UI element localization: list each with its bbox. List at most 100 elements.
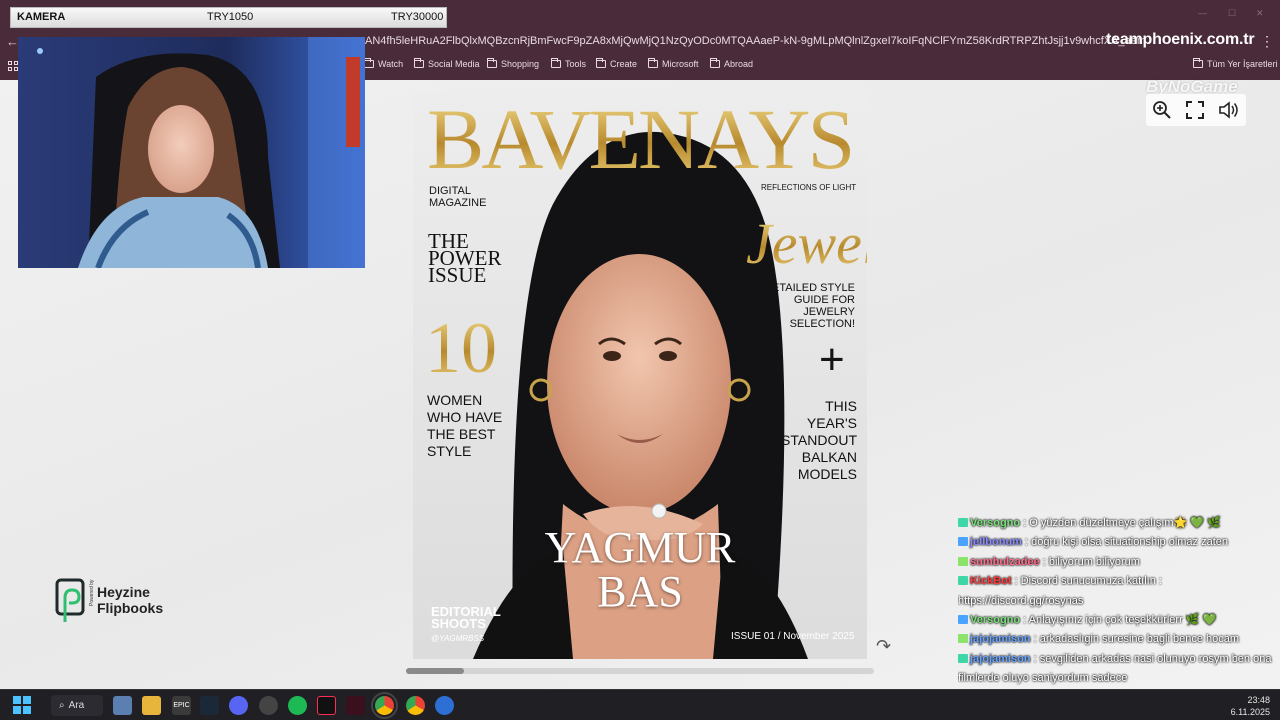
- bookmark-tools[interactable]: Tools: [551, 58, 586, 69]
- chat-text: : Anlayışınız için çok teşekkürlerr 🌿 💚: [1020, 614, 1217, 627]
- headline-line: THIS: [825, 398, 857, 414]
- bookmark-watch[interactable]: Watch: [364, 58, 404, 69]
- bookmark-label: Create: [610, 59, 638, 69]
- file-explorer-icon[interactable]: [142, 696, 161, 715]
- tiktok-icon[interactable]: [317, 696, 336, 715]
- number-ten: 10: [425, 308, 497, 388]
- bookmark-label: Watch: [378, 59, 404, 69]
- bookmark-label: Microsoft: [662, 59, 699, 69]
- chat-message: KickBot : Discord sunucumuza katılın : h…: [958, 572, 1276, 611]
- headline-line: SELECTION!: [789, 318, 855, 330]
- close-icon[interactable]: ✕: [1256, 8, 1264, 19]
- epic-games-icon[interactable]: EPIC: [172, 696, 191, 715]
- url-text[interactable]: AN4fh5leHRuA2FlbQlxMQBzcnRjBmFwcF9pZA8xM…: [365, 35, 1145, 49]
- steam-icon[interactable]: [200, 696, 219, 715]
- webcam-feed: [18, 37, 365, 268]
- clock-date: 6.11.2025: [1230, 707, 1270, 717]
- issue-label: ISSUE 01 / November 2025: [731, 631, 855, 642]
- balkan-headline: THIS YEAR'S STANDOUT BALKAN MODELS: [781, 398, 857, 483]
- bookmark-label: Social Media: [428, 59, 480, 69]
- share-icon[interactable]: ↷: [876, 636, 891, 657]
- minimize-icon[interactable]: —: [1198, 8, 1207, 18]
- headline-line: SHOOTS: [431, 616, 486, 631]
- bookmark-shopping[interactable]: Shopping: [487, 58, 539, 69]
- headline-line: STANDOUT: [781, 432, 857, 448]
- chat-username[interactable]: Versogno: [970, 517, 1020, 529]
- style-guide-headline: DETAILED STYLE GUIDE FOR JEWELRY SELECTI…: [764, 282, 855, 330]
- donation-goal: TRY30000: [391, 11, 444, 23]
- powered-by-label: Powered by: [89, 579, 95, 606]
- windows-start-icon[interactable]: [13, 696, 31, 714]
- magazine-label: MAGAZINE: [429, 197, 487, 209]
- search-label: Ara: [68, 700, 85, 711]
- chat-message: Versogno : Anlayışınız için çok teşekkür…: [958, 611, 1276, 630]
- chat-message: Versogno : O yüzden düzeltmeye çalışım🌟 …: [958, 514, 1276, 533]
- headline-line: MODELS: [797, 466, 857, 482]
- folder-icon: [364, 58, 374, 68]
- chat-badge-icon: [958, 615, 968, 625]
- more-menu-icon[interactable]: ⋮: [1260, 33, 1274, 50]
- chrome-icon[interactable]: [371, 692, 398, 719]
- folder-icon: [551, 58, 561, 68]
- bookmark-label: Tüm Yer İşaretleri: [1207, 59, 1278, 69]
- clock-time: 23:48: [1247, 695, 1270, 705]
- chat-badge-icon: [958, 653, 968, 663]
- chat-badge-icon: [958, 518, 968, 527]
- headline-line: THE BEST: [427, 426, 496, 442]
- chat-badge-icon: [958, 576, 968, 586]
- obs-icon[interactable]: [259, 696, 278, 715]
- headline-line: YEAR'S: [806, 415, 857, 431]
- folder-icon: [648, 58, 658, 68]
- chat-username[interactable]: Versogno: [970, 614, 1020, 626]
- headline-line: GUIDE FOR: [793, 294, 855, 306]
- chat-username[interactable]: sumbulzadee: [970, 556, 1040, 568]
- stream-site-label: teamphoenix.com.tr: [1106, 31, 1255, 48]
- chat-message: jajojamison : arkadaslıgin suresine bagl…: [958, 630, 1276, 649]
- maximize-icon[interactable]: ☐: [1228, 8, 1236, 19]
- scrollbar-thumb[interactable]: [406, 668, 464, 674]
- sound-icon[interactable]: [1218, 100, 1240, 120]
- bookmark-create[interactable]: Create: [596, 58, 638, 69]
- magazine-cover[interactable]: BAVENAYS DIGITAL MAGAZINE REFLECTIONS OF…: [413, 94, 867, 659]
- chat-text: : doğru kişi olsa situationship olmaz za…: [1021, 536, 1229, 549]
- power-issue-headline: THE POWER ISSUE: [428, 231, 502, 286]
- all-bookmarks[interactable]: Tüm Yer İşaretleri: [1193, 58, 1278, 69]
- app-icon[interactable]: [435, 696, 454, 715]
- zoom-in-icon[interactable]: [1152, 100, 1172, 120]
- folder-icon: [487, 58, 497, 68]
- chat-username[interactable]: jajojamison: [970, 633, 1031, 645]
- discord-icon[interactable]: [229, 696, 248, 715]
- chat-badge-icon: [958, 537, 968, 547]
- bookmark-abroad[interactable]: Abroad: [710, 58, 753, 69]
- bookmark-social-media[interactable]: Social Media: [414, 58, 480, 69]
- digital-label: DIGITAL: [429, 185, 471, 197]
- headline-line: BALKAN: [801, 449, 857, 465]
- heyzine-logo[interactable]: Powered by Heyzine Flipbooks: [55, 578, 163, 622]
- chrome-profile-icon[interactable]: [406, 696, 425, 715]
- spotify-icon[interactable]: [288, 696, 307, 715]
- apps-grid-icon[interactable]: [8, 61, 18, 71]
- headline-line: STYLE: [427, 443, 472, 459]
- page-scrollbar[interactable]: [406, 668, 874, 674]
- search-box[interactable]: ⌕ Ara: [51, 695, 103, 716]
- headline-line: WHO HAVE: [427, 409, 503, 425]
- calculator-icon[interactable]: [113, 696, 132, 715]
- fullscreen-icon[interactable]: [1185, 100, 1205, 120]
- chat-username[interactable]: jajojamison: [970, 653, 1031, 665]
- system-clock[interactable]: 23:48 6.11.2025: [1222, 694, 1270, 718]
- bookmark-microsoft[interactable]: Microsoft: [648, 58, 699, 69]
- chat-text: : arkadaslıgin suresine bagli bence hoca…: [1030, 633, 1240, 646]
- chat-username[interactable]: jellbonum: [970, 536, 1022, 548]
- taskbar: ⌕ Ara EPIC 23:48 6.11.2025: [0, 689, 1280, 720]
- app-icon[interactable]: [346, 696, 365, 715]
- chat-message: jellbonum : doğru kişi olsa situationshi…: [958, 533, 1276, 552]
- women-headline: WOMEN WHO HAVE THE BEST STYLE: [427, 392, 502, 460]
- camera-label: KAMERA: [17, 11, 66, 23]
- headline-line: DETAILED STYLE: [764, 282, 855, 294]
- masthead-title: BAVENAYS: [427, 94, 855, 187]
- headline-line: WOMEN: [427, 392, 483, 408]
- chat-text: : O yüzden düzeltmeye çalışım🌟 💚 🌿: [1020, 517, 1221, 529]
- chat-username[interactable]: KickBot: [970, 575, 1012, 587]
- folder-icon: [710, 58, 720, 68]
- plus-sign: +: [819, 335, 845, 384]
